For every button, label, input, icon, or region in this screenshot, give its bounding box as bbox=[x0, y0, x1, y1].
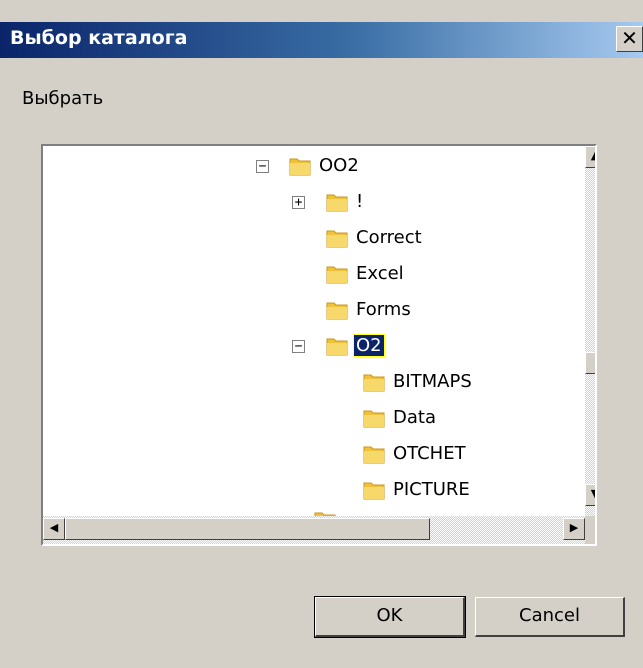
close-icon: ✕ bbox=[621, 26, 638, 50]
scroll-left-button[interactable]: ◀ bbox=[43, 518, 65, 540]
tree-viewport: − OO2 + ! Correct Excel Forms − O2 BITMA… bbox=[43, 146, 585, 516]
folder-tree[interactable]: − OO2 + ! Correct Excel Forms − O2 BITMA… bbox=[41, 144, 597, 546]
folder-icon bbox=[314, 512, 336, 516]
scroll-up-button[interactable]: ▲ bbox=[585, 146, 595, 168]
select-folder-dialog: Выбор каталога ✕ Выбрать − OO2 + ! Corre… bbox=[0, 0, 643, 668]
tree-node-label[interactable]: Forms bbox=[354, 299, 413, 320]
vertical-scrollbar[interactable]: ▲ ▼ bbox=[585, 146, 595, 516]
scroll-down-button[interactable]: ▼ bbox=[585, 484, 595, 506]
folder-icon bbox=[326, 194, 348, 212]
folder-icon bbox=[363, 446, 385, 464]
plus-box-icon[interactable]: + bbox=[292, 196, 305, 209]
title-bar[interactable]: Выбор каталога ✕ bbox=[0, 22, 643, 58]
tree-node-label[interactable]: BITMAPS bbox=[391, 371, 474, 392]
tree-node-label[interactable]: Data bbox=[391, 407, 438, 428]
folder-icon bbox=[363, 410, 385, 428]
prompt-label: Выбрать bbox=[22, 88, 104, 109]
close-button[interactable]: ✕ bbox=[616, 26, 643, 52]
tree-node-label[interactable]: PICTURE bbox=[391, 479, 472, 500]
vertical-scroll-thumb[interactable] bbox=[585, 352, 595, 374]
tree-node-label[interactable]: OO2 bbox=[317, 155, 361, 176]
horizontal-scrollbar[interactable]: ◀ ▶ bbox=[43, 516, 585, 544]
arrow-right-icon: ▶ bbox=[569, 521, 579, 534]
scroll-right-button[interactable]: ▶ bbox=[563, 518, 585, 540]
arrow-down-icon: ▼ bbox=[591, 487, 595, 500]
folder-icon bbox=[326, 266, 348, 284]
folder-icon bbox=[289, 158, 311, 176]
tree-node-label[interactable]: ! bbox=[354, 191, 365, 212]
horizontal-scroll-thumb[interactable] bbox=[65, 518, 430, 540]
minus-box-icon[interactable]: − bbox=[292, 340, 305, 353]
tree-node-label[interactable]: OTCHET bbox=[391, 443, 468, 464]
folder-icon bbox=[326, 230, 348, 248]
tree-node-label[interactable]: Excel bbox=[354, 263, 406, 284]
folder-icon bbox=[326, 338, 348, 356]
dialog-title: Выбор каталога bbox=[10, 27, 188, 49]
scrollbar-corner bbox=[585, 516, 595, 544]
cancel-button[interactable]: Cancel bbox=[475, 597, 625, 637]
minus-box-icon[interactable]: − bbox=[256, 160, 269, 173]
tree-node-label-selected[interactable]: O2 bbox=[353, 334, 385, 357]
ok-button[interactable]: OK bbox=[314, 596, 466, 638]
tree-node-label[interactable]: Correct bbox=[354, 227, 424, 248]
folder-icon bbox=[363, 374, 385, 392]
arrow-left-icon: ◀ bbox=[49, 521, 59, 534]
folder-icon bbox=[326, 302, 348, 320]
folder-icon bbox=[363, 482, 385, 500]
arrow-up-icon: ▲ bbox=[591, 149, 595, 162]
